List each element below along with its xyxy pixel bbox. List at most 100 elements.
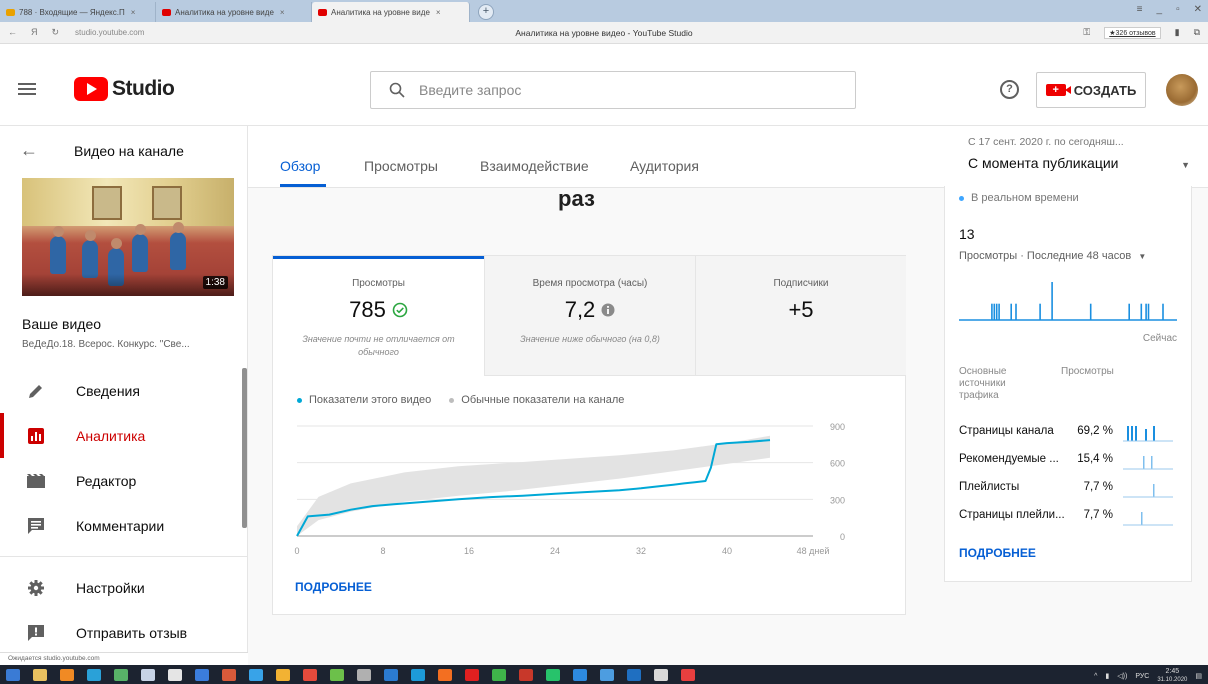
sidebar-scrollbar[interactable] xyxy=(242,368,247,528)
taskbar-app-icon[interactable] xyxy=(492,668,506,681)
back-arrow-icon[interactable]: ← xyxy=(20,140,38,161)
sidebar-item-editor[interactable]: Редактор xyxy=(0,458,247,503)
taskbar-app-icon[interactable] xyxy=(195,668,209,681)
close-tab-icon[interactable]: × xyxy=(131,8,136,17)
sidebar: ← Видео на канале 1:38 Ваше видео ВеДеДо… xyxy=(0,126,248,652)
taskbar-app-icon[interactable] xyxy=(438,668,452,681)
url-field[interactable]: studio.youtube.com xyxy=(75,28,144,37)
key-icon[interactable]: ⚿ xyxy=(1083,27,1090,38)
views-line-chart[interactable]: 0 300 600 900 0 8 16 24 32 40 48 дней xyxy=(293,416,863,576)
video-camera-plus-icon: + xyxy=(1045,84,1071,96)
taskbar-app-icon[interactable] xyxy=(654,668,668,681)
taskbar-app-icon[interactable] xyxy=(87,668,101,681)
taskbar-app-icon[interactable] xyxy=(276,668,290,681)
browser-tab[interactable]: 788 · Входящие — Яндекс.П × xyxy=(0,2,156,22)
headline-fragment: раз xyxy=(558,186,595,211)
clock[interactable]: 2:45 31.10.2020 xyxy=(1157,668,1187,684)
traffic-source-name: Страницы канала xyxy=(959,425,1054,437)
close-window-icon[interactable]: ✕ xyxy=(1194,4,1202,15)
menu-icon[interactable]: ≡ xyxy=(1137,4,1143,15)
taskbar-app-icon[interactable] xyxy=(627,668,641,681)
sidebar-item-comments[interactable]: Комментарии xyxy=(0,503,247,548)
browser-tab-active[interactable]: Аналитика на уровне виде × xyxy=(312,2,470,22)
create-button[interactable]: + СОЗДАТЬ xyxy=(1036,72,1146,108)
metric-views[interactable]: Просмотры 785 Значение почти не отличает… xyxy=(273,256,484,376)
realtime-bar xyxy=(1010,303,1012,320)
metric-note: Значение почти не отличается от обычного xyxy=(302,334,455,357)
taskbar-app-icon[interactable] xyxy=(573,668,587,681)
taskbar-app-icon[interactable] xyxy=(357,668,371,681)
studio-logo[interactable]: Studio xyxy=(74,77,175,101)
realtime-caption-dropdown[interactable]: Просмотры · Последние 48 часов ▼ xyxy=(959,250,1146,262)
traffic-source-pct: 69,2 % xyxy=(1077,425,1113,437)
sidebar-item-label: Сведения xyxy=(76,382,140,399)
notifications-icon[interactable]: ▤ xyxy=(1195,672,1202,680)
browser-tab[interactable]: Аналитика на уровне виде × xyxy=(156,2,312,22)
traffic-row[interactable]: Страницы канала 69,2 % xyxy=(959,418,1177,446)
taskbar-app-icon[interactable] xyxy=(33,668,47,681)
info-circle-icon xyxy=(601,303,615,317)
realtime-bar xyxy=(1051,282,1053,320)
realtime-more-link[interactable]: ПОДРОБНЕЕ xyxy=(959,546,1036,560)
more-link[interactable]: ПОДРОБНЕЕ xyxy=(295,580,372,594)
taskbar-app-icon[interactable] xyxy=(222,668,236,681)
bookmark-icon[interactable]: ▮ xyxy=(1175,27,1180,38)
extensions-icon[interactable]: ⧉ xyxy=(1194,27,1200,38)
search-box[interactable] xyxy=(370,71,856,109)
taskbar-app-icon[interactable] xyxy=(546,668,560,681)
back-icon[interactable]: ← xyxy=(8,27,17,38)
tab-engagement[interactable]: Взаимодействие xyxy=(480,158,589,174)
taskbar-app-icon[interactable] xyxy=(330,668,344,681)
taskbar-app-icon[interactable] xyxy=(141,668,155,681)
start-icon[interactable] xyxy=(6,668,20,681)
tab-overview[interactable]: Обзор xyxy=(280,158,320,174)
minimize-icon[interactable]: _ xyxy=(1157,4,1163,15)
sidebar-item-details[interactable]: Сведения xyxy=(0,368,247,413)
new-tab-button[interactable]: + xyxy=(478,4,494,20)
traffic-row[interactable]: Страницы плейли... 7,7 % xyxy=(959,502,1177,530)
taskbar-app-icon[interactable] xyxy=(303,668,317,681)
close-tab-icon[interactable]: × xyxy=(436,8,441,17)
avatar[interactable] xyxy=(1166,74,1198,106)
sidebar-item-feedback[interactable]: Отправить отзыв xyxy=(0,610,247,652)
realtime-label: В реальном времени xyxy=(971,192,1079,204)
logo-text: Studio xyxy=(112,77,175,100)
language-indicator[interactable]: РУС xyxy=(1135,673,1149,680)
yandex-icon[interactable]: Я xyxy=(31,27,38,38)
metric-value-row: +5 xyxy=(696,297,906,323)
taskbar-app-icon[interactable] xyxy=(681,668,695,681)
reviews-badge[interactable]: ★326 отзывов xyxy=(1104,26,1161,39)
realtime-bar xyxy=(1140,303,1143,320)
traffic-row[interactable]: Плейлисты 7,7 % xyxy=(959,474,1177,502)
taskbar-app-icon[interactable] xyxy=(249,668,263,681)
hamburger-menu-icon[interactable] xyxy=(18,83,36,95)
search-input[interactable] xyxy=(419,82,819,98)
taskbar-app-icon[interactable] xyxy=(600,668,614,681)
tab-views[interactable]: Просмотры xyxy=(364,158,438,174)
taskbar-app-icon[interactable] xyxy=(411,668,425,681)
taskbar-app-icon[interactable] xyxy=(384,668,398,681)
reload-icon[interactable]: ↻ xyxy=(52,27,60,38)
maximize-icon[interactable]: ▫ xyxy=(1176,4,1180,15)
network-icon[interactable]: ▮ xyxy=(1105,672,1109,680)
taskbar-app-icon[interactable] xyxy=(114,668,128,681)
metric-value-row: 7,2 xyxy=(485,297,695,323)
taskbar-app-icon[interactable] xyxy=(465,668,479,681)
sidebar-item-label: Редактор xyxy=(76,472,137,489)
tab-audience[interactable]: Аудитория xyxy=(630,158,699,174)
metric-subscribers[interactable]: Подписчики +5 xyxy=(695,256,906,376)
taskbar-app-icon[interactable] xyxy=(168,668,182,681)
sidebar-item-settings[interactable]: Настройки xyxy=(0,565,247,610)
close-tab-icon[interactable]: × xyxy=(280,8,285,17)
tray-arrow-icon[interactable]: ^ xyxy=(1094,673,1097,680)
sidebar-item-analytics[interactable]: Аналитика xyxy=(0,413,247,458)
date-range-selector[interactable]: С 17 сент. 2020 г. по сегодняш... С моме… xyxy=(968,136,1194,171)
video-thumbnail[interactable]: 1:38 xyxy=(22,178,234,296)
volume-icon[interactable]: ◁)) xyxy=(1117,672,1127,680)
search-icon xyxy=(389,82,405,98)
metric-watch-time[interactable]: Время просмотра (часы) 7,2 Значение ниже… xyxy=(484,256,695,376)
taskbar-app-icon[interactable] xyxy=(519,668,533,681)
help-icon[interactable]: ? xyxy=(1000,80,1019,99)
taskbar-app-icon[interactable] xyxy=(60,668,74,681)
traffic-row[interactable]: Рекомендуемые ... 15,4 % xyxy=(959,446,1177,474)
